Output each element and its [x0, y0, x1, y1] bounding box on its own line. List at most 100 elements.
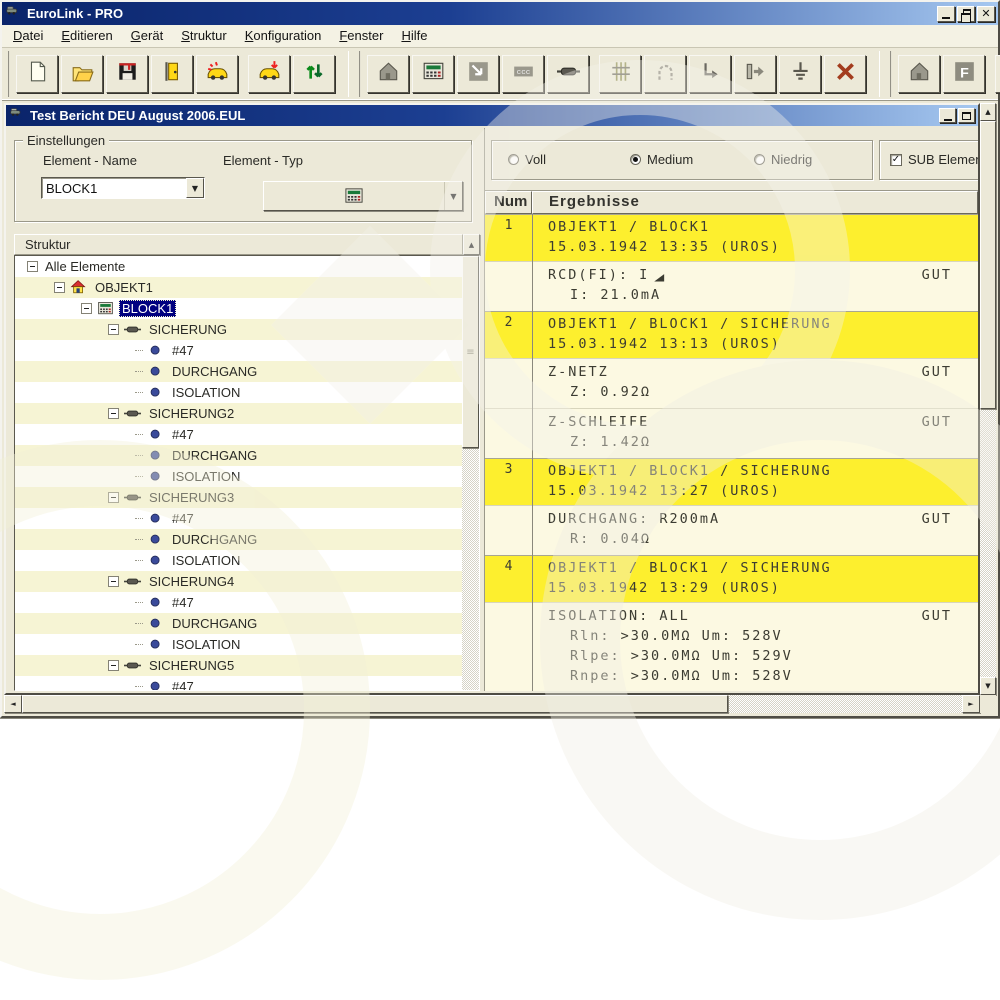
ccc-button[interactable]: ccc — [502, 55, 544, 93]
tree-item-sicherung[interactable]: SICHERUNG — [15, 319, 462, 340]
result-test-row[interactable]: DURCHGANG: R200mAGUTR: 0.04Ω — [485, 505, 978, 555]
collapse-icon[interactable] — [108, 324, 119, 335]
tree-item-47[interactable]: #47 — [15, 508, 462, 529]
tree-item-sicherung2[interactable]: SICHERUNG2 — [15, 403, 462, 424]
minimize-button[interactable] — [937, 6, 955, 22]
scroll-up-button[interactable]: ▲ — [980, 103, 996, 121]
sync-arrows-button[interactable] — [293, 55, 335, 93]
collapse-icon[interactable] — [54, 282, 65, 293]
fuse-button[interactable] — [547, 55, 589, 93]
result-group-header[interactable]: 4OBJEKT1 / BLOCK1 / SICHERUNG15.03.1942 … — [485, 555, 978, 602]
menu-item-struktur[interactable]: Struktur — [172, 25, 236, 47]
collapse-icon[interactable] — [81, 303, 92, 314]
sub-elements-checkbox[interactable]: ✓ SUB Elemente — [890, 152, 978, 167]
grid-button[interactable] — [599, 55, 641, 93]
tree-item-47[interactable]: #47 — [15, 676, 462, 690]
menu-item-datei[interactable]: Datei — [4, 25, 52, 47]
corner-arrow-button[interactable] — [689, 55, 731, 93]
tree-item-isolation[interactable]: ISOLATION — [15, 382, 462, 403]
home-button[interactable] — [367, 55, 409, 93]
menu-item-hilfe[interactable]: Hilfe — [392, 25, 436, 47]
scroll-up-button[interactable]: ▲ — [463, 234, 480, 255]
new-document-button[interactable] — [16, 55, 58, 93]
letter-f-button[interactable]: F — [943, 55, 985, 93]
result-group-header[interactable]: 2OBJEKT1 / BLOCK1 / SICHERUNG15.03.1942 … — [485, 311, 978, 358]
menu-item-konfiguration[interactable]: Konfiguration — [236, 25, 331, 47]
element-typ-combobox[interactable]: ▼ — [263, 181, 463, 211]
menu-item-gert[interactable]: Gerät — [122, 25, 173, 47]
chevron-down-icon[interactable]: ▼ — [444, 182, 462, 210]
result-group-header[interactable]: 1OBJEKT1 / BLOCK115.03.1942 13:35 (UROS) — [485, 214, 978, 261]
collapse-icon[interactable] — [108, 660, 119, 671]
tree-item-block1[interactable]: BLOCK1 — [15, 298, 462, 319]
menu-item-fenster[interactable]: Fenster — [330, 25, 392, 47]
test-name: RCD(FI): I — [548, 265, 649, 285]
tree-item-47[interactable]: #47 — [15, 592, 462, 613]
tree-item-isolation[interactable]: ISOLATION — [15, 550, 462, 571]
horizontal-scrollbar-thumb[interactable] — [22, 695, 728, 713]
tree-item-47[interactable]: #47 — [15, 340, 462, 361]
doc-maximize-button[interactable] — [958, 108, 975, 123]
column-header-ergebnisse[interactable]: Ergebnisse — [532, 191, 978, 214]
collapse-icon[interactable] — [27, 261, 38, 272]
arc-button[interactable] — [644, 55, 686, 93]
tree-item-durchgang[interactable]: DURCHGANG — [15, 613, 462, 634]
diagonal-arrow-button[interactable] — [457, 55, 499, 93]
ground-button[interactable] — [779, 55, 821, 93]
tree-item-47[interactable]: #47 — [15, 424, 462, 445]
radio-niedrig[interactable]: Niedrig — [754, 152, 812, 167]
result-group-header[interactable]: 3OBJEKT1 / BLOCK1 / SICHERUNG15.03.1942 … — [485, 458, 978, 505]
tree-item-durchgang[interactable]: DURCHGANG — [15, 529, 462, 550]
radio-voll[interactable]: Voll — [508, 152, 546, 167]
delete-button[interactable] — [824, 55, 866, 93]
result-path: OBJEKT1 / BLOCK1 — [548, 217, 978, 237]
tree-item-label: DURCHGANG — [169, 447, 260, 464]
tree-scrollbar-thumb[interactable]: ≡ — [462, 256, 479, 448]
calculator-button[interactable] — [412, 55, 454, 93]
tree-item-sicherung3[interactable]: SICHERUNG3 — [15, 487, 462, 508]
radio-medium[interactable]: Medium — [630, 152, 693, 167]
tree-item-alleelemente[interactable]: Alle Elemente — [15, 256, 462, 277]
save-button[interactable] — [106, 55, 148, 93]
scroll-down-button[interactable]: ▼ — [980, 677, 996, 695]
bullet-icon — [146, 363, 164, 381]
collapse-icon[interactable] — [108, 576, 119, 587]
vertical-scrollbar[interactable]: ▲ ▼ — [980, 103, 996, 695]
close-button[interactable]: ✕ — [977, 6, 995, 22]
horizontal-scrollbar[interactable]: ◄ ► — [4, 695, 980, 713]
column-header-num[interactable]: Num — [485, 191, 532, 214]
result-datetime: 15.03.1942 13:29 (UROS) — [548, 578, 978, 598]
open-folder-button[interactable] — [61, 55, 103, 93]
chevron-down-icon[interactable]: ▼ — [186, 178, 204, 198]
scroll-left-button[interactable]: ◄ — [4, 695, 22, 713]
tree-item-isolation[interactable]: ISOLATION — [15, 634, 462, 655]
menu-item-editieren[interactable]: Editieren — [52, 25, 121, 47]
collapse-icon[interactable] — [108, 408, 119, 419]
home-button[interactable] — [898, 55, 940, 93]
scroll-right-button[interactable]: ► — [962, 695, 980, 713]
tree-item-durchgang[interactable]: DURCHGANG — [15, 445, 462, 466]
test-num-spacer — [485, 359, 532, 408]
result-test-row[interactable]: Z-SCHLEIFEGUTZ: 1.42Ω — [485, 408, 978, 458]
element-name-combobox[interactable]: BLOCK1 ▼ — [41, 177, 205, 199]
result-test-row[interactable]: ISOLATION: ALLGUTRln: >30.0MΩ Um: 528VRl… — [485, 602, 978, 691]
vertical-scrollbar-thumb[interactable] — [980, 121, 996, 409]
car-send-button[interactable] — [248, 55, 290, 93]
result-test-row[interactable]: RCD(FI): IGUTI: 21.0mA — [485, 261, 978, 311]
ground-icon — [789, 60, 812, 88]
tree-item-sicherung4[interactable]: SICHERUNG4 — [15, 571, 462, 592]
tree-scrollbar[interactable]: ≡ — [462, 256, 479, 690]
tree-item-durchgang[interactable]: DURCHGANG — [15, 361, 462, 382]
car-receive-button[interactable] — [196, 55, 238, 93]
tree-item-objekt1[interactable]: OBJEKT1 — [15, 277, 462, 298]
doc-minimize-button[interactable] — [939, 108, 956, 123]
bar-arrow-button[interactable] — [734, 55, 776, 93]
collapse-icon[interactable] — [108, 492, 119, 503]
bullet-icon — [146, 384, 164, 402]
exit-door-button[interactable] — [151, 55, 193, 93]
tree-item-sicherung5[interactable]: SICHERUNG5 — [15, 655, 462, 676]
restore-button[interactable] — [957, 6, 975, 22]
badge-r-button[interactable]: R — [995, 55, 1000, 93]
tree-item-isolation[interactable]: ISOLATION — [15, 466, 462, 487]
result-test-row[interactable]: Z-NETZGUTZ: 0.92Ω — [485, 358, 978, 408]
